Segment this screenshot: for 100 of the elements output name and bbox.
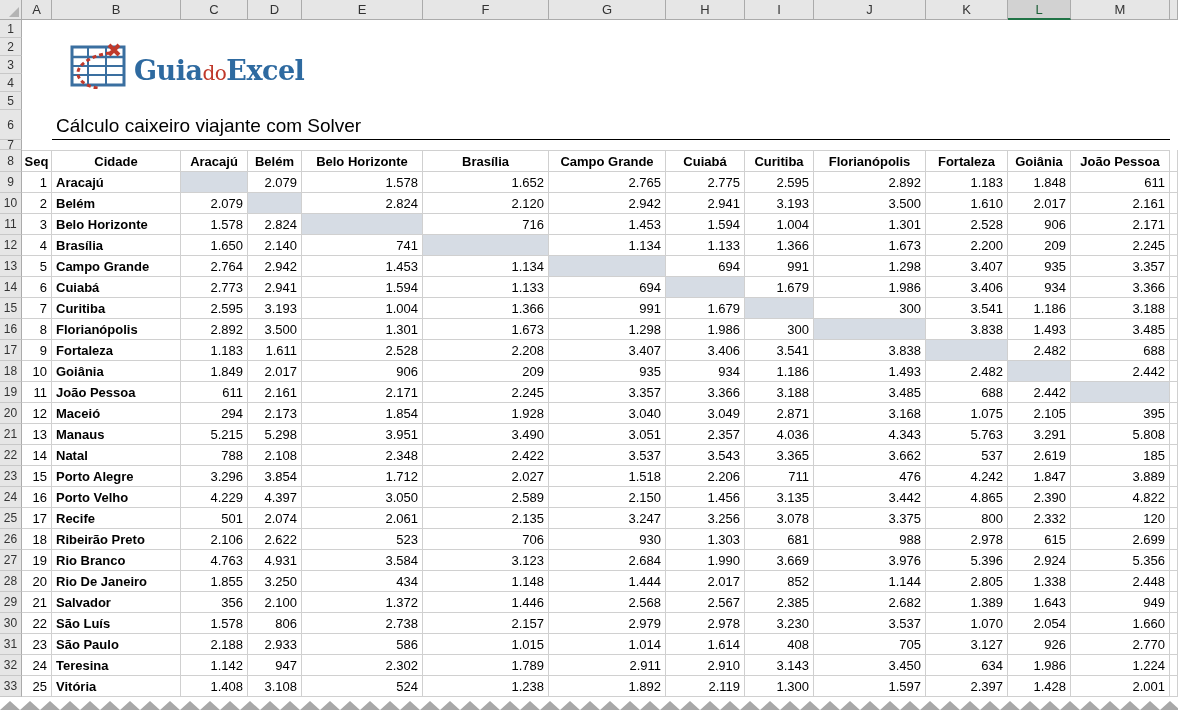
table-cell: 2.910 bbox=[666, 655, 745, 676]
table-cell: 2.567 bbox=[666, 592, 745, 613]
table-cell: São Paulo bbox=[52, 634, 181, 655]
table-cell: 3.662 bbox=[814, 445, 926, 466]
table-cell: 3.543 bbox=[666, 445, 745, 466]
table-cell: Belo Horizonte bbox=[52, 214, 181, 235]
table-cell: 2.589 bbox=[423, 487, 549, 508]
table-cell: 537 bbox=[926, 445, 1008, 466]
row-header[interactable]: 15 bbox=[0, 298, 22, 319]
row-header[interactable]: 32 bbox=[0, 655, 22, 676]
table-cell: 2.208 bbox=[423, 340, 549, 361]
column-header[interactable]: J bbox=[814, 0, 926, 20]
column-header[interactable]: E bbox=[302, 0, 423, 20]
table-cell: 3.168 bbox=[814, 403, 926, 424]
row-header[interactable]: 16 bbox=[0, 319, 22, 340]
row-header[interactable]: 8 bbox=[0, 150, 22, 172]
row-header[interactable]: 11 bbox=[0, 214, 22, 235]
row-header[interactable]: 29 bbox=[0, 592, 22, 613]
table-cell: 991 bbox=[549, 298, 666, 319]
table-cell: 14 bbox=[22, 445, 52, 466]
column-header[interactable]: L bbox=[1008, 0, 1071, 20]
table-cell: 356 bbox=[181, 592, 248, 613]
table-cell: 2 bbox=[22, 193, 52, 214]
row-header[interactable]: 26 bbox=[0, 529, 22, 550]
table-cell: 3.485 bbox=[1071, 319, 1170, 340]
row-header[interactable]: 9 bbox=[0, 172, 22, 193]
table-cell: 7 bbox=[22, 298, 52, 319]
table-cell: 434 bbox=[302, 571, 423, 592]
table-cell: 1.075 bbox=[926, 403, 1008, 424]
table-cell: 21 bbox=[22, 592, 52, 613]
table-cell: 1.142 bbox=[181, 655, 248, 676]
table-cell: 1.597 bbox=[814, 676, 926, 697]
column-header[interactable]: G bbox=[549, 0, 666, 20]
table-cell: 3.406 bbox=[926, 277, 1008, 298]
row-header[interactable]: 18 bbox=[0, 361, 22, 382]
table-header: Curitiba bbox=[745, 150, 814, 172]
table-cell: 688 bbox=[1071, 340, 1170, 361]
row-header[interactable]: 19 bbox=[0, 382, 22, 403]
table-cell: 3.951 bbox=[302, 424, 423, 445]
table-cell: 3 bbox=[22, 214, 52, 235]
row-header[interactable]: 1 bbox=[0, 20, 22, 38]
row-header[interactable]: 5 bbox=[0, 92, 22, 110]
table-cell: 2.738 bbox=[302, 613, 423, 634]
table-cell: 2.332 bbox=[1008, 508, 1071, 529]
row-header[interactable]: 7 bbox=[0, 140, 22, 150]
column-header[interactable]: F bbox=[423, 0, 549, 20]
row-header[interactable]: 13 bbox=[0, 256, 22, 277]
table-cell: 3.365 bbox=[745, 445, 814, 466]
table-cell: 1.673 bbox=[814, 235, 926, 256]
table-cell: 2.682 bbox=[814, 592, 926, 613]
row-header[interactable]: 30 bbox=[0, 613, 22, 634]
table-cell: 2.390 bbox=[1008, 487, 1071, 508]
table-cell: 2.568 bbox=[549, 592, 666, 613]
row-header[interactable]: 14 bbox=[0, 277, 22, 298]
table-cell: 15 bbox=[22, 466, 52, 487]
column-header[interactable]: C bbox=[181, 0, 248, 20]
row-header[interactable]: 23 bbox=[0, 466, 22, 487]
table-cell: 711 bbox=[745, 466, 814, 487]
row-header[interactable]: 4 bbox=[0, 74, 22, 92]
table-cell: 3.123 bbox=[423, 550, 549, 571]
row-header[interactable]: 20 bbox=[0, 403, 22, 424]
select-all-icon[interactable] bbox=[9, 7, 19, 17]
table-cell: 2.074 bbox=[248, 508, 302, 529]
table-cell: 12 bbox=[22, 403, 52, 424]
table-cell: 3.051 bbox=[549, 424, 666, 445]
table-cell: 2.054 bbox=[1008, 613, 1071, 634]
row-header[interactable]: 21 bbox=[0, 424, 22, 445]
table-cell: 2.302 bbox=[302, 655, 423, 676]
row-header[interactable]: 33 bbox=[0, 676, 22, 697]
table-cell: 1.301 bbox=[814, 214, 926, 235]
row-header[interactable]: 25 bbox=[0, 508, 22, 529]
row-header[interactable]: 10 bbox=[0, 193, 22, 214]
table-cell: 1.224 bbox=[1071, 655, 1170, 676]
row-header[interactable]: 22 bbox=[0, 445, 22, 466]
table-cell: 4.763 bbox=[181, 550, 248, 571]
table-cell: 2.892 bbox=[181, 319, 248, 340]
row-header[interactable]: 27 bbox=[0, 550, 22, 571]
column-header[interactable]: K bbox=[926, 0, 1008, 20]
row-header[interactable]: 28 bbox=[0, 571, 22, 592]
table-cell: 3.406 bbox=[666, 340, 745, 361]
column-header[interactable]: M bbox=[1071, 0, 1170, 20]
column-header[interactable]: B bbox=[52, 0, 181, 20]
column-header[interactable]: D bbox=[248, 0, 302, 20]
column-header[interactable]: I bbox=[745, 0, 814, 20]
row-header[interactable]: 2 bbox=[0, 38, 22, 56]
table-cell: 3.256 bbox=[666, 508, 745, 529]
table-cell: 1.712 bbox=[302, 466, 423, 487]
column-header[interactable]: H bbox=[666, 0, 745, 20]
table-cell: 10 bbox=[22, 361, 52, 382]
table-cell: 2.135 bbox=[423, 508, 549, 529]
row-header[interactable]: 12 bbox=[0, 235, 22, 256]
row-header[interactable]: 31 bbox=[0, 634, 22, 655]
table-cell: 2.595 bbox=[745, 172, 814, 193]
table-cell: 3.357 bbox=[1071, 256, 1170, 277]
row-header[interactable]: 24 bbox=[0, 487, 22, 508]
column-header[interactable]: A bbox=[22, 0, 52, 20]
table-cell: 2.979 bbox=[549, 613, 666, 634]
row-header[interactable]: 3 bbox=[0, 56, 22, 74]
row-header[interactable]: 17 bbox=[0, 340, 22, 361]
row-header[interactable]: 6 bbox=[0, 110, 22, 140]
